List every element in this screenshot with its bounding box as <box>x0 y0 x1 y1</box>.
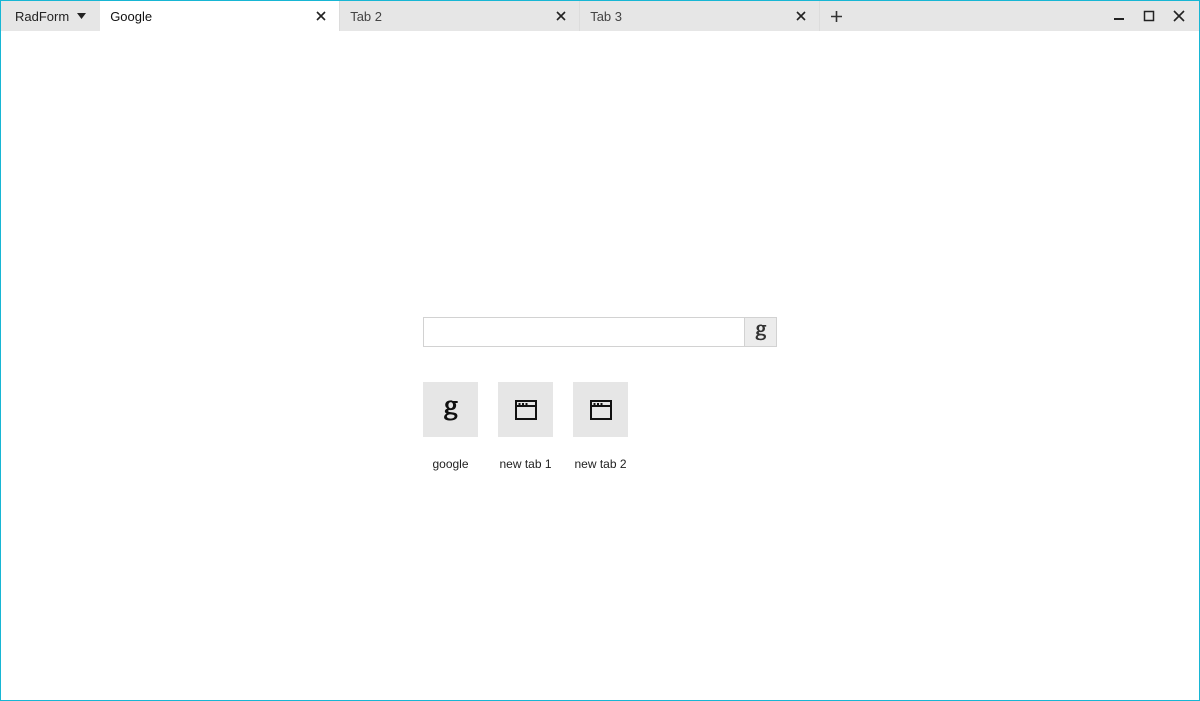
maximize-button[interactable] <box>1141 8 1157 24</box>
maximize-icon <box>1143 10 1155 22</box>
tab-2[interactable]: Tab 2 <box>340 1 580 31</box>
speed-dial-tiles: google new tab 1 <box>423 382 777 471</box>
dropdown-icon <box>77 13 86 19</box>
tile-label: new tab 2 <box>574 457 626 471</box>
google-g-icon <box>754 323 768 341</box>
minimize-button[interactable] <box>1111 8 1127 24</box>
tile-new-tab-1[interactable]: new tab 1 <box>498 382 553 471</box>
tab-close-button[interactable] <box>313 8 329 24</box>
search-bar <box>423 317 777 347</box>
close-icon <box>1173 10 1185 22</box>
tile-thumbnail <box>573 382 628 437</box>
title-bar-spacer <box>852 1 1099 31</box>
app-window: RadForm Google Tab 2 <box>0 0 1200 701</box>
tile-thumbnail <box>423 382 478 437</box>
plus-icon <box>831 11 842 22</box>
close-window-button[interactable] <box>1171 8 1187 24</box>
window-icon <box>590 400 612 420</box>
window-controls <box>1099 1 1199 31</box>
tab-close-button[interactable] <box>793 8 809 24</box>
tab-google[interactable]: Google <box>100 1 340 31</box>
window-icon <box>515 400 537 420</box>
google-g-icon <box>442 398 460 422</box>
close-icon <box>796 11 806 21</box>
close-icon <box>556 11 566 21</box>
tab-label: Google <box>110 9 152 24</box>
close-icon <box>316 11 326 21</box>
tile-new-tab-2[interactable]: new tab 2 <box>573 382 628 471</box>
search-button[interactable] <box>744 318 776 346</box>
tile-label: google <box>432 457 468 471</box>
new-tab-button[interactable] <box>820 1 852 31</box>
tile-google[interactable]: google <box>423 382 478 471</box>
tile-label: new tab 1 <box>499 457 551 471</box>
tile-thumbnail <box>498 382 553 437</box>
tab-strip: Google Tab 2 Tab 3 <box>100 1 852 31</box>
search-input[interactable] <box>424 318 744 346</box>
title-bar: RadForm Google Tab 2 <box>1 1 1199 31</box>
app-menu-label: RadForm <box>15 9 69 24</box>
minimize-icon <box>1113 10 1125 22</box>
tab-label: Tab 2 <box>350 9 382 24</box>
tab-close-button[interactable] <box>553 8 569 24</box>
tab-label: Tab 3 <box>590 9 622 24</box>
tab-3[interactable]: Tab 3 <box>580 1 820 31</box>
page-content: google new tab 1 <box>1 31 1199 700</box>
app-menu-button[interactable]: RadForm <box>1 1 100 31</box>
